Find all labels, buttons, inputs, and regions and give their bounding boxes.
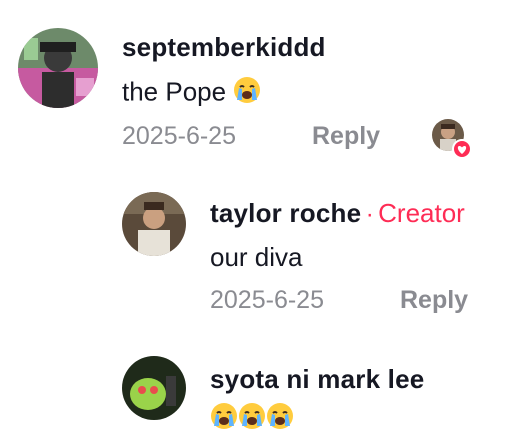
avatar-septemberkiddd[interactable] [18, 28, 98, 108]
loudly-crying-face-emoji-icon [238, 402, 266, 435]
creator-liked-indicator [432, 119, 472, 159]
loudly-crying-face-emoji-icon [233, 76, 261, 111]
comment-date: 2025-6-25 [122, 122, 236, 150]
comment-text-body: the Pope [122, 76, 227, 107]
emoji-text [210, 402, 294, 435]
comment-text: the Pope [122, 76, 261, 111]
reply-header: taylor roche · Creator [210, 198, 465, 229]
comment-username[interactable]: syota ni mark lee [210, 364, 424, 395]
loudly-crying-face-emoji-icon [266, 402, 294, 435]
reply-button[interactable]: Reply [312, 122, 380, 151]
avatar-taylor-roche[interactable] [122, 192, 186, 256]
reply-button[interactable]: Reply [400, 286, 468, 315]
comment-username[interactable]: septemberkiddd [122, 32, 326, 63]
comment-username[interactable]: taylor roche [210, 198, 361, 228]
loudly-crying-face-emoji-icon [210, 402, 238, 435]
separator-dot: · [365, 201, 374, 228]
creator-badge: Creator [378, 198, 465, 228]
heart-icon [452, 139, 472, 159]
comment-date: 2025-6-25 [210, 286, 324, 314]
comment-text: our diva [210, 242, 303, 272]
avatar-syota-ni-mark-lee[interactable] [122, 356, 186, 420]
